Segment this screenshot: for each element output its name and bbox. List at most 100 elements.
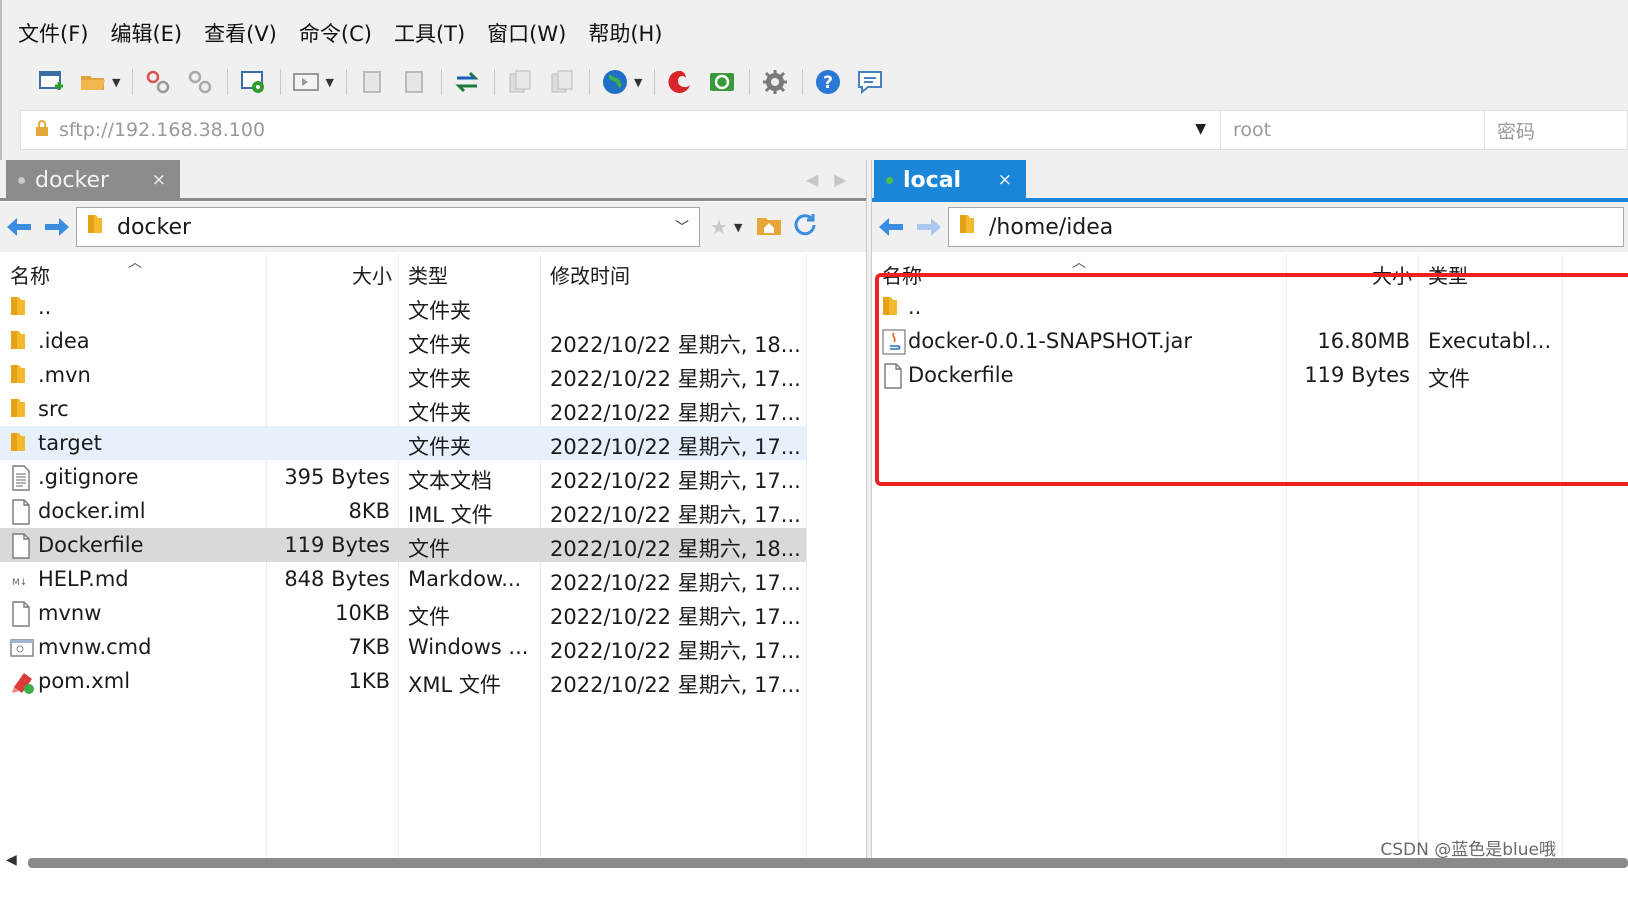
local-pane: local × /home/idea ︿ 名称 大小 类型 .. docker-…: [872, 160, 1628, 860]
reconnect-icon[interactable]: [185, 67, 215, 97]
star-icon[interactable]: ★: [710, 215, 728, 239]
svg-text:M↓: M↓: [12, 578, 27, 588]
copy-icon[interactable]: [505, 67, 535, 97]
file-name: .idea: [38, 329, 90, 353]
upload-icon[interactable]: [357, 67, 387, 97]
svg-text:?: ?: [823, 73, 833, 93]
toolbar-divider: [227, 69, 229, 95]
terminal-icon[interactable]: [291, 67, 321, 97]
remote-path-text: docker: [117, 214, 192, 240]
file-name: docker.iml: [38, 499, 146, 523]
remote-pane: docker × ◀▶ docker ﹀ ★ ▼ ︿ 名称 大小 类型 修改时间…: [0, 160, 866, 860]
remote-path-input[interactable]: docker ﹀: [76, 207, 700, 247]
help-icon[interactable]: ?: [813, 67, 843, 97]
list-item[interactable]: .. 文件夹: [0, 290, 806, 324]
folder-icon: [10, 397, 32, 421]
chevron-down-icon[interactable]: ▼: [112, 76, 120, 89]
menu-view[interactable]: 查看(V): [204, 18, 277, 48]
remote-tabstrip: docker × ◀▶: [0, 160, 866, 201]
disconnect-icon[interactable]: [143, 67, 173, 97]
globe-icon[interactable]: [600, 67, 630, 97]
toolbar-divider: [493, 69, 495, 95]
folder-icon: [87, 213, 103, 241]
file-modified: 2022/10/22 星期六, 17...: [550, 435, 800, 459]
password-input[interactable]: 密码: [1485, 111, 1627, 149]
gear-icon[interactable]: [760, 67, 790, 97]
file-name: mvnw.cmd: [38, 635, 152, 659]
transfer-icon[interactable]: [452, 67, 482, 97]
list-item[interactable]: docker.iml 8KB IML 文件 2022/10/22 星期六, 17...: [0, 494, 806, 528]
xftp-icon[interactable]: [707, 67, 737, 97]
list-item[interactable]: mvnw 10KB 文件 2022/10/22 星期六, 17...: [0, 596, 806, 630]
file-modified: 2022/10/22 星期六, 18...: [550, 537, 800, 561]
toolbar-divider: [440, 69, 442, 95]
forward-arrow-icon[interactable]: [910, 207, 948, 247]
close-icon[interactable]: ×: [998, 170, 1012, 190]
file-type: 文件夹: [408, 333, 471, 357]
list-item[interactable]: M↓ HELP.md 848 Bytes Markdow... 2022/10/22 星…: [0, 562, 806, 596]
header-type[interactable]: 类型: [408, 260, 448, 289]
file-icon: [10, 499, 32, 525]
paste-icon[interactable]: [547, 67, 577, 97]
remote-file-list: ︿ 名称 大小 类型 修改时间 .. 文件夹 .idea 文件夹 2022/10/22 …: [0, 254, 866, 860]
tab-scroll-arrows[interactable]: ◀▶: [806, 170, 863, 189]
toolbar-divider: [588, 69, 590, 95]
menu-command[interactable]: 命令(C): [299, 18, 372, 48]
toolbar-divider: [280, 69, 282, 95]
new-session-icon[interactable]: [36, 67, 66, 97]
local-path-input[interactable]: /home/idea: [948, 207, 1624, 247]
tab-local[interactable]: local ×: [874, 160, 1026, 200]
chevron-down-icon[interactable]: ▼: [734, 221, 742, 234]
forward-arrow-icon[interactable]: [38, 207, 76, 247]
header-modified[interactable]: 修改时间: [550, 260, 630, 289]
menu-tools[interactable]: 工具(T): [394, 18, 465, 48]
file-size: 119 Bytes: [284, 533, 390, 557]
file-name: pom.xml: [38, 669, 131, 693]
host-url-text: sftp://192.168.38.100: [59, 119, 266, 141]
toolbar-divider: [654, 69, 656, 95]
file-modified: 2022/10/22 星期六, 17...: [550, 639, 800, 663]
chevron-down-icon[interactable]: ﹀: [675, 217, 689, 237]
local-nav-row: /home/idea: [872, 202, 1628, 252]
header-size[interactable]: 大小: [268, 260, 392, 289]
header-name[interactable]: 名称: [10, 260, 50, 289]
list-item[interactable]: mvnw.cmd 7KB Windows ... 2022/10/22 星期六, 17…: [0, 630, 806, 664]
list-item[interactable]: target 文件夹 2022/10/22 星期六, 17...: [0, 426, 806, 460]
file-type: 文件夹: [408, 299, 471, 323]
back-arrow-icon[interactable]: [0, 207, 38, 247]
list-item[interactable]: .gitignore 395 Bytes 文本文档 2022/10/22 星期六, 1…: [0, 460, 806, 494]
host-url-input[interactable]: sftp://192.168.38.100 ▼: [21, 111, 1221, 149]
download-icon[interactable]: [399, 67, 429, 97]
menu-window[interactable]: 窗口(W): [487, 18, 566, 48]
menu-help[interactable]: 帮助(H): [588, 18, 662, 48]
open-folder-icon[interactable]: [78, 67, 108, 97]
xml-file-icon: [10, 669, 34, 694]
refresh-icon[interactable]: [792, 212, 818, 242]
menu-bar: 文件(F) 编辑(E) 查看(V) 命令(C) 工具(T) 窗口(W) 帮助(H…: [18, 14, 685, 52]
scroll-left-icon[interactable]: ◀: [6, 852, 17, 868]
file-name: Dockerfile: [38, 533, 144, 557]
remote-nav-row: docker ﹀ ★ ▼: [0, 202, 866, 252]
chevron-down-icon[interactable]: ▼: [325, 76, 333, 89]
list-item[interactable]: src 文件夹 2022/10/22 星期六, 17...: [0, 392, 806, 426]
file-type: IML 文件: [408, 503, 493, 527]
session-settings-icon[interactable]: [238, 67, 268, 97]
chevron-down-icon[interactable]: ▼: [634, 76, 642, 89]
close-icon[interactable]: ×: [152, 170, 166, 190]
list-item[interactable]: .idea 文件夹 2022/10/22 星期六, 18...: [0, 324, 806, 358]
list-item[interactable]: Dockerfile 119 Bytes 文件 2022/10/22 星期六, 18.…: [0, 528, 806, 562]
list-item[interactable]: .mvn 文件夹 2022/10/22 星期六, 17...: [0, 358, 806, 392]
file-modified: 2022/10/22 星期六, 17...: [550, 503, 800, 527]
tab-docker[interactable]: docker ×: [6, 160, 180, 200]
toolbar-divider: [802, 69, 804, 95]
username-input[interactable]: root: [1221, 111, 1485, 149]
menu-file[interactable]: 文件(F): [18, 18, 88, 48]
back-arrow-icon[interactable]: [872, 207, 910, 247]
feedback-icon[interactable]: [855, 67, 885, 97]
chevron-down-icon[interactable]: ▼: [1195, 121, 1206, 137]
home-folder-icon[interactable]: [756, 214, 782, 240]
xshell-icon[interactable]: [665, 67, 695, 97]
list-item[interactable]: pom.xml 1KB XML 文件 2022/10/22 星期六, 17...: [0, 664, 806, 698]
tab-underline: [0, 198, 866, 201]
menu-edit[interactable]: 编辑(E): [110, 18, 182, 48]
